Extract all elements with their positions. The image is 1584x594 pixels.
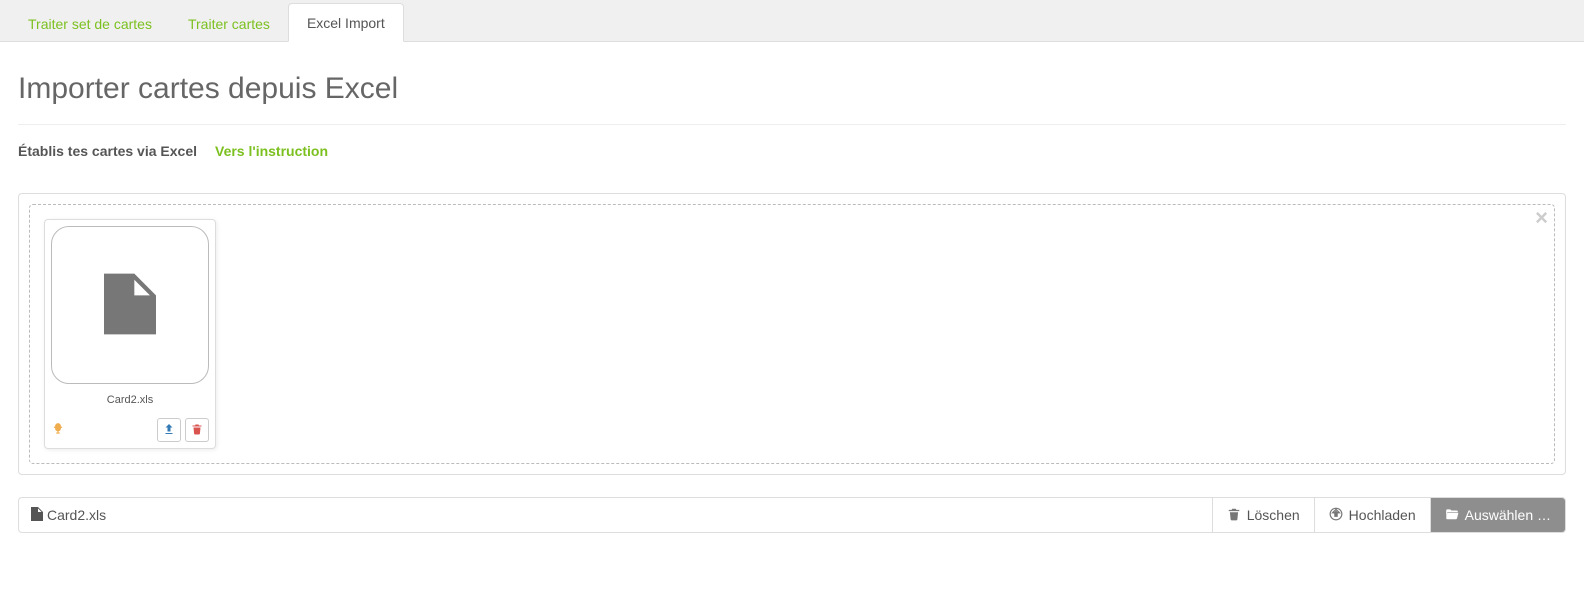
tab-excel-import[interactable]: Excel Import bbox=[288, 3, 404, 42]
sub-header-row: Établis tes cartes via Excel Vers l'inst… bbox=[18, 143, 1566, 159]
file-dropzone[interactable]: × Card2.xls bbox=[29, 204, 1555, 464]
folder-open-icon bbox=[1445, 507, 1459, 524]
subtitle-text: Établis tes cartes via Excel bbox=[18, 143, 197, 159]
file-icon bbox=[31, 507, 43, 524]
file-delete-button[interactable] bbox=[185, 418, 209, 442]
file-upload-button[interactable] bbox=[157, 418, 181, 442]
upload-arrow-icon bbox=[163, 422, 175, 438]
upload-button[interactable]: Hochladen bbox=[1314, 498, 1430, 532]
button-label: Hochladen bbox=[1349, 507, 1416, 523]
file-card: Card2.xls bbox=[44, 219, 216, 449]
selected-file-name: Card2.xls bbox=[47, 507, 106, 523]
pending-icon bbox=[51, 422, 65, 439]
file-actions-row bbox=[51, 418, 209, 442]
tab-traiter-cartes[interactable]: Traiter cartes bbox=[170, 5, 288, 42]
selected-file-display: Card2.xls bbox=[19, 498, 1212, 532]
button-label: Löschen bbox=[1247, 507, 1300, 523]
trash-icon bbox=[1227, 507, 1241, 524]
tab-traiter-set[interactable]: Traiter set de cartes bbox=[10, 5, 170, 42]
file-thumbnail bbox=[51, 226, 209, 384]
file-action-buttons bbox=[157, 418, 209, 442]
tab-label: Excel Import bbox=[307, 15, 385, 31]
upload-arrow-icon bbox=[1329, 507, 1343, 524]
file-name-label: Card2.xls bbox=[51, 390, 209, 418]
select-file-button[interactable]: Auswählen … bbox=[1430, 498, 1565, 532]
document-icon bbox=[104, 273, 156, 338]
divider bbox=[18, 124, 1566, 125]
trash-icon bbox=[191, 422, 203, 438]
delete-button[interactable]: Löschen bbox=[1212, 498, 1314, 532]
tab-label: Traiter set de cartes bbox=[28, 16, 152, 32]
bottom-action-bar: Card2.xls Löschen Hochladen Auswählen … bbox=[18, 497, 1566, 533]
tab-bar: Traiter set de cartes Traiter cartes Exc… bbox=[0, 0, 1584, 42]
button-label: Auswählen … bbox=[1465, 507, 1551, 523]
instruction-link[interactable]: Vers l'instruction bbox=[215, 143, 328, 159]
page-title: Importer cartes depuis Excel bbox=[18, 72, 1566, 106]
close-icon[interactable]: × bbox=[1535, 207, 1548, 229]
upload-panel: × Card2.xls bbox=[18, 193, 1566, 475]
main-content: Importer cartes depuis Excel Établis tes… bbox=[0, 42, 1584, 563]
tab-label: Traiter cartes bbox=[188, 16, 270, 32]
